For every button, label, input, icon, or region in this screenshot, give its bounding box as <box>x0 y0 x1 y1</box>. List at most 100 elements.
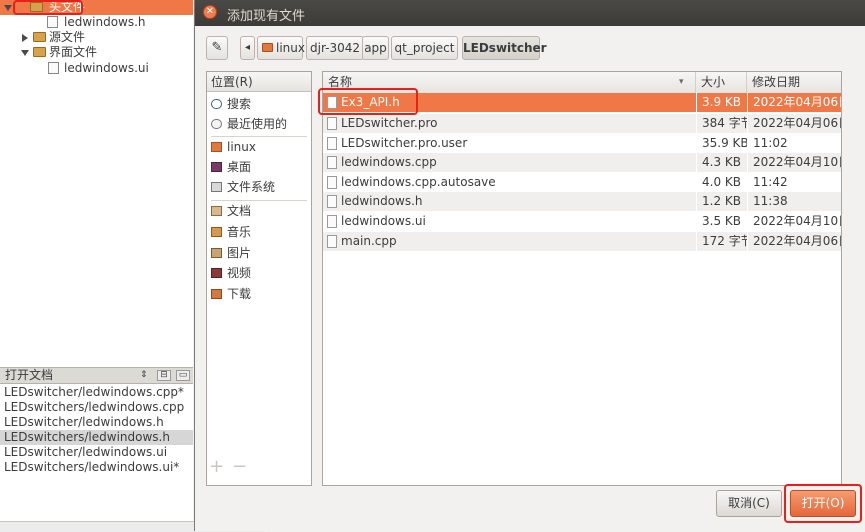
drive-icon <box>211 182 222 192</box>
place-label: 搜索 <box>227 97 252 111</box>
breadcrumb-app[interactable]: app <box>362 36 389 60</box>
place-label: 最近使用的 <box>227 117 288 131</box>
open-button[interactable]: 打开(O) <box>790 490 856 517</box>
split-icon[interactable]: ⊟ <box>157 370 171 381</box>
close-button[interactable]: ✕ <box>203 5 217 19</box>
file-row[interactable]: main.cpp 172 字节2022年04月06日 <box>323 232 841 251</box>
place-downloads[interactable]: 下载 <box>207 284 311 304</box>
column-label: 修改日期 <box>752 75 801 89</box>
place-pictures[interactable]: 图片 <box>207 243 311 263</box>
music-folder-icon <box>211 227 222 237</box>
file-row[interactable]: ledwindows.h 1.2 KB 11:38 <box>323 192 841 211</box>
tree-item-headers[interactable]: 头文件 <box>0 0 193 15</box>
tree-item-forms[interactable]: 界面文件 <box>0 45 193 60</box>
breadcrumb-label: LEDswitcher <box>463 41 547 55</box>
open-document-item[interactable]: LEDswitchers/ledwindows.cpp <box>0 400 193 415</box>
documents-folder-icon <box>211 206 222 216</box>
file-size: 1.2 KB <box>696 192 747 211</box>
pencil-icon: ✎ <box>211 40 223 55</box>
file-size: 384 字节 <box>696 114 747 133</box>
open-document-item[interactable]: LEDswitchers/ledwindows.ui* <box>0 460 193 475</box>
place-label: 音乐 <box>227 225 252 239</box>
file-row[interactable]: Ex3_API.h 3.9 KB 2022年04月06日 <box>323 93 841 112</box>
place-videos[interactable]: 视频 <box>207 263 311 283</box>
file-size: 35.9 KB <box>696 134 747 153</box>
expand-arrow-icon[interactable] <box>21 50 29 56</box>
home-folder-icon <box>262 43 273 52</box>
file-row[interactable]: ledwindows.ui 3.5 KB 2022年04月10日 <box>323 212 841 231</box>
place-label: linux <box>227 140 256 154</box>
open-document-item[interactable]: LEDswitcher/ledwindows.ui <box>0 445 193 460</box>
header-file-icon <box>47 16 58 28</box>
expand-arrow-icon[interactable] <box>4 5 12 11</box>
file-name-label: LEDswitcher.pro.user <box>341 136 468 150</box>
button-label: 打开(O) <box>801 496 845 510</box>
breadcrumb-ledswitcher[interactable]: LEDswitcher <box>462 36 547 60</box>
place-filesystem[interactable]: 文件系统 <box>207 177 311 197</box>
type-path-button[interactable]: ✎ <box>206 36 228 60</box>
tree-item-ledwindows-ui[interactable]: ledwindows.ui <box>0 61 193 76</box>
file-size: 3.5 KB <box>696 212 747 231</box>
place-search[interactable]: 搜索 <box>207 94 311 114</box>
tree-item-ledwindows-h[interactable]: ledwindows.h <box>0 15 193 30</box>
place-label: 下载 <box>227 287 252 301</box>
place-label: 文件系统 <box>227 180 276 194</box>
tree-item-sources[interactable]: 源文件 <box>0 30 193 45</box>
place-desktop[interactable]: 桌面 <box>207 157 311 177</box>
place-recent[interactable]: 最近使用的 <box>207 114 311 134</box>
left-arrow-icon: ◂ <box>244 42 251 53</box>
path-back-button[interactable]: ◂ <box>240 36 255 60</box>
file-list: 名称 ▾ 大小 修改日期 Ex3_API.h 3.9 KB 2022年04月06日 L… <box>322 71 842 486</box>
breadcrumb-label: linux <box>276 41 305 55</box>
file-name: LEDswitcher.pro.user <box>323 134 696 153</box>
add-existing-files-dialog: ✕ 添加现有文件 ✎ ◂ linux djr-3042 app qt_proje… <box>194 0 865 531</box>
videos-folder-icon <box>211 268 222 278</box>
close-panel-icon[interactable]: ▭ <box>176 370 190 381</box>
sort-down-icon: ▾ <box>679 77 684 87</box>
file-list-header: 名称 ▾ 大小 修改日期 <box>323 72 841 94</box>
cancel-button[interactable]: 取消(C) <box>716 490 782 517</box>
text-file-icon <box>327 176 337 189</box>
file-row[interactable]: LEDswitcher.pro.user 35.9 KB 11:02 <box>323 134 841 153</box>
open-document-item[interactable]: LEDswitchers/ledwindows.h <box>0 430 193 445</box>
collapse-arrow-icon[interactable] <box>22 34 28 42</box>
breadcrumb-djr-3042[interactable]: djr-3042 <box>306 36 364 60</box>
file-modified: 2022年04月10日 <box>747 212 841 231</box>
tree-item-label: ledwindows.h <box>64 15 146 29</box>
file-modified: 11:42 <box>747 173 841 192</box>
breadcrumb-qt-project[interactable]: qt_project <box>391 36 458 60</box>
remove-bookmark-icon[interactable]: − <box>232 458 247 476</box>
downloads-folder-icon <box>211 289 222 299</box>
place-documents[interactable]: 文档 <box>207 201 311 221</box>
breadcrumb-linux[interactable]: linux <box>257 36 305 60</box>
file-row[interactable]: ledwindows.cpp.autosave 4.0 KB 11:42 <box>323 173 841 192</box>
file-name: LEDswitcher.pro <box>323 114 696 133</box>
add-bookmark-icon[interactable]: + <box>209 458 224 476</box>
open-document-item[interactable]: LEDswitcher/ledwindows.cpp* <box>0 385 193 400</box>
file-row[interactable]: LEDswitcher.pro 384 字节2022年04月06日 <box>323 114 841 133</box>
folder-icon <box>33 32 46 42</box>
column-modified[interactable]: 修改日期 <box>747 72 841 93</box>
place-label: 桌面 <box>227 160 252 174</box>
column-name[interactable]: 名称 ▾ <box>323 72 696 93</box>
file-modified: 2022年04月06日 <box>747 232 841 251</box>
breadcrumb-label: qt_project <box>394 41 455 55</box>
place-music[interactable]: 音乐 <box>207 222 311 242</box>
tree-item-label: ledwindows.ui <box>64 61 149 75</box>
search-icon <box>211 99 222 109</box>
folder-icon <box>30 2 43 12</box>
column-size[interactable]: 大小 <box>696 72 747 93</box>
project-pane: 头文件 ledwindows.h 源文件 界面文件 ledwindows.ui … <box>0 0 265 532</box>
column-label: 名称 <box>328 75 353 89</box>
file-name-label: main.cpp <box>341 234 397 248</box>
file-name-label: LEDswitcher.pro <box>341 116 438 130</box>
text-file-icon <box>327 117 337 130</box>
place-linux[interactable]: linux <box>207 137 311 157</box>
file-modified: 11:02 <box>747 134 841 153</box>
file-size: 4.0 KB <box>696 173 747 192</box>
open-document-item[interactable]: LEDswitcher/ledwindows.h <box>0 415 193 430</box>
sort-icon[interactable]: ⇕ <box>140 370 148 380</box>
file-row[interactable]: ledwindows.cpp 4.3 KB 2022年04月10日 <box>323 153 841 172</box>
form-file-icon <box>48 62 59 74</box>
places-header[interactable]: 位置(R) <box>207 72 311 92</box>
